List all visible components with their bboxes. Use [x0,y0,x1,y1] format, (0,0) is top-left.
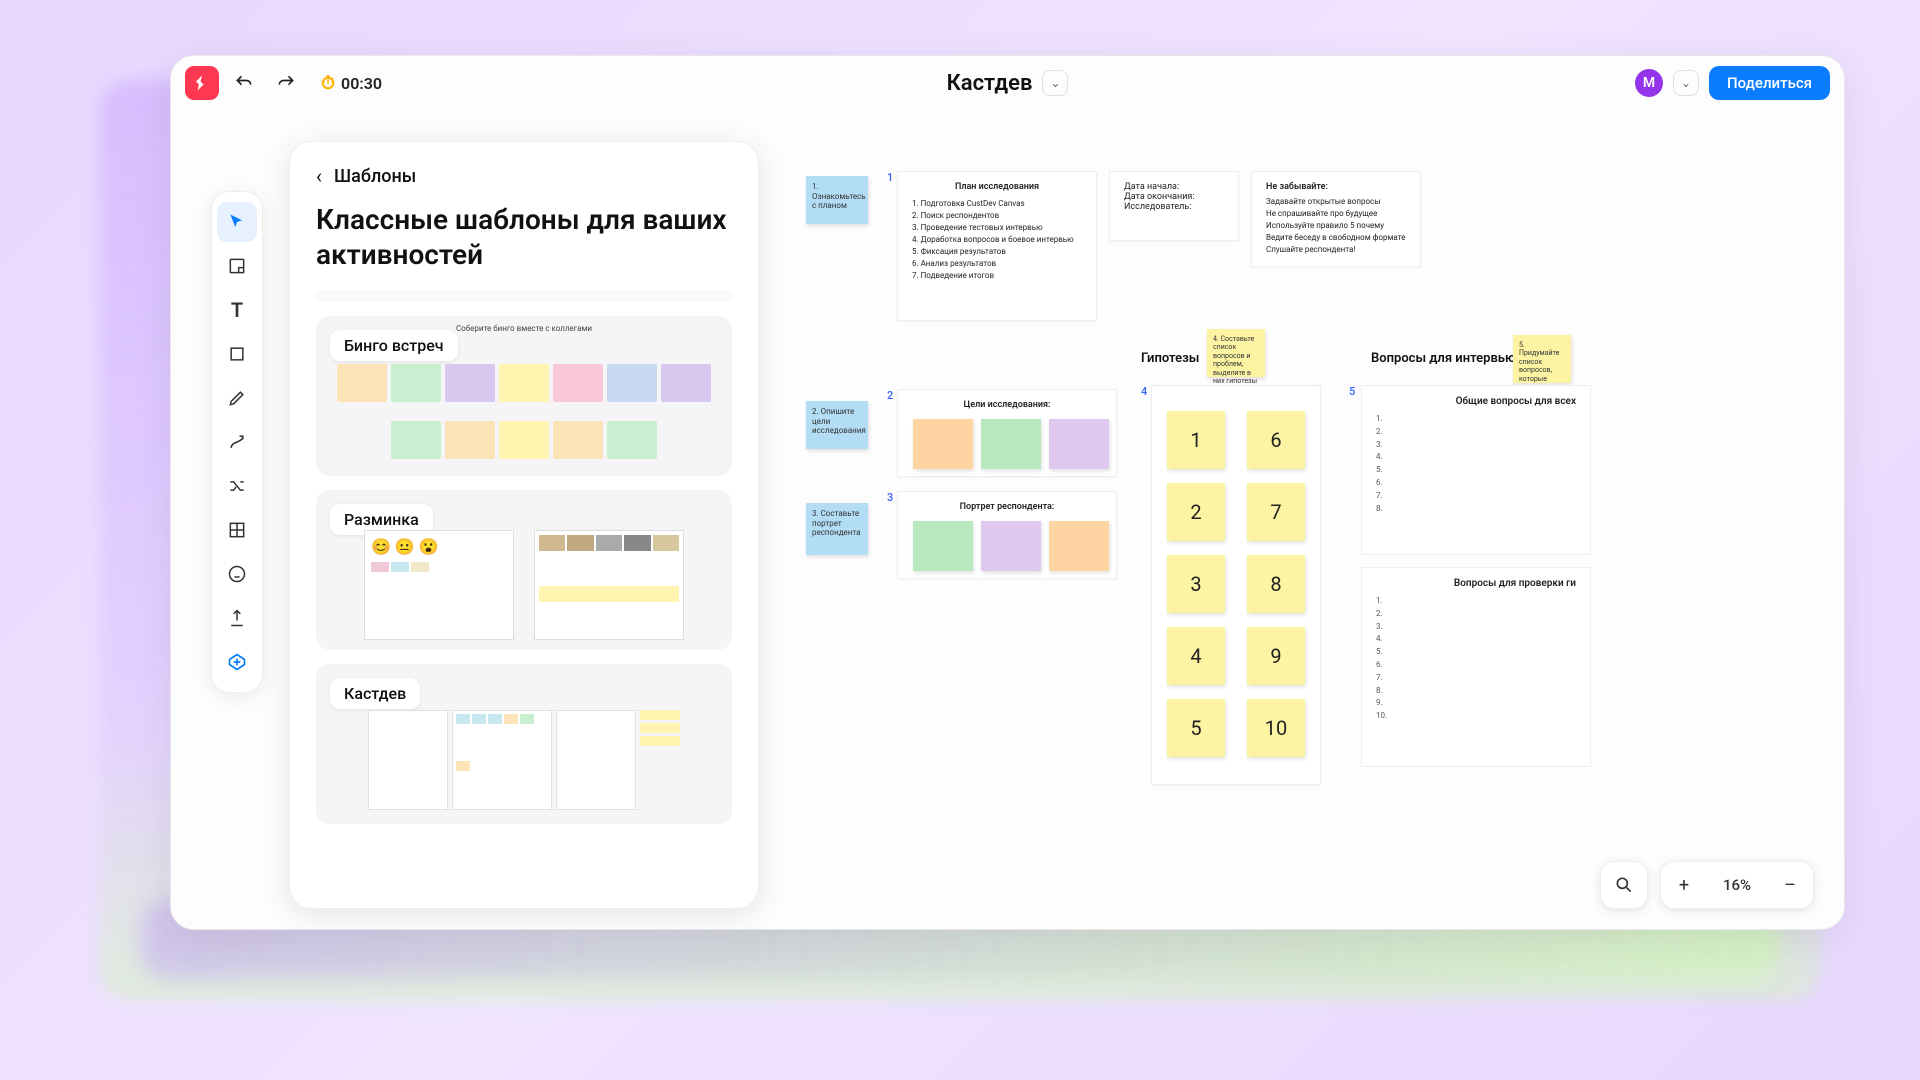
hyp-sticky[interactable]: 7 [1247,483,1305,541]
portrait-swatch[interactable] [913,521,973,571]
step-number: 3 [887,491,893,504]
plan-card[interactable]: План исследования 1. Подготовка CustDev … [897,171,1097,321]
title-dropdown[interactable]: ⌄ [1042,70,1068,96]
zoom-search-icon[interactable] [1601,862,1647,908]
goals-title: Цели исследования: [912,400,1102,410]
q-hyp-list: 1.2.3.4.5.6.7.8.9.10. [1376,595,1576,723]
redo-button[interactable] [269,66,303,100]
hyp-sticky[interactable]: 9 [1247,627,1305,685]
sticky-note-tool[interactable] [217,246,257,286]
zoom-in-button[interactable]: + [1661,862,1707,908]
app-logo[interactable] [185,66,219,100]
upload-tool[interactable] [217,598,257,638]
timer-value: 00:30 [341,74,382,93]
cursor-tool[interactable] [217,202,257,242]
hyp-sticky[interactable]: 3 [1167,555,1225,613]
user-avatar[interactable]: М [1635,69,1663,97]
hyp-sticky[interactable]: 4 [1167,627,1225,685]
step-sticky-4[interactable]: 4. Составьте список вопросов и проблем, … [1207,329,1265,377]
zoom-out-button[interactable]: – [1767,862,1813,908]
hyp-sticky[interactable]: 10 [1247,699,1305,757]
add-template-tool[interactable] [217,642,257,682]
template-card-partial[interactable] [316,290,732,302]
pen-tool[interactable] [217,378,257,418]
zoom-level-box: + 16% – [1660,861,1814,909]
hyp-sticky[interactable]: 1 [1167,411,1225,469]
hyp-sticky[interactable]: 8 [1247,555,1305,613]
shape-tool[interactable] [217,334,257,374]
step-number: 4 [1141,385,1147,398]
step-sticky-5[interactable]: 5. Придумайте список вопросов, которые п… [1513,335,1571,383]
board-title[interactable]: Кастдев [947,71,1033,96]
general-questions-card[interactable]: Общие вопросы для всех 1.2.3.4.5.6.7.8. [1361,385,1591,555]
portrait-title: Портрет респондента: [912,502,1102,512]
app-window: ⏱ 00:30 Кастдев ⌄ М ⌄ Поделиться T [170,55,1845,930]
share-button[interactable]: Поделиться [1709,66,1830,100]
templates-heading: Классные шаблоны для ваших активностей [316,202,732,272]
q-general-list: 1.2.3.4.5.6.7.8. [1376,413,1576,515]
template-preview [316,664,732,824]
hypothesis-questions-card[interactable]: Вопросы для проверки ги 1.2.3.4.5.6.7.8.… [1361,567,1591,767]
board-canvas[interactable]: 1. Ознакомьтесь с планом 1 План исследов… [791,141,1824,909]
board-title-group: Кастдев ⌄ [947,70,1069,96]
step-sticky-1[interactable]: 1. Ознакомьтесь с планом [806,176,868,224]
goal-swatch[interactable] [1049,419,1109,469]
hyp-sticky[interactable]: 5 [1167,699,1225,757]
grid-tool[interactable] [217,510,257,550]
step-number: 1 [887,171,893,184]
templates-panel: ‹ Шаблоны Классные шаблоны для ваших акт… [289,141,759,909]
templates-breadcrumb[interactable]: Шаблоны [334,166,416,187]
q-hyp-title: Вопросы для проверки ги [1376,578,1576,589]
template-card-bingo[interactable]: Соберите бинго вместе с коллегами Бинго … [316,316,732,476]
reminders-title: Не забывайте: [1266,182,1406,192]
meta-card[interactable]: Дата начала: Дата окончания: Исследовате… [1109,171,1239,241]
plan-title: План исследования [912,182,1082,192]
stopwatch-icon: ⏱ [321,73,335,94]
templates-back-icon[interactable]: ‹ [316,164,322,188]
goal-swatch[interactable] [981,419,1041,469]
undo-button[interactable] [227,66,261,100]
template-card-custdev[interactable]: Кастдев [316,664,732,824]
template-card-warmup[interactable]: Разминка 😊 😐 😮 [316,490,732,650]
interview-label: Вопросы для интервью [1371,351,1516,366]
template-preview: 😊 😐 😮 [316,490,732,650]
step-sticky-3[interactable]: 3. Составьте портрет респондента [806,503,868,555]
portrait-swatch[interactable] [1049,521,1109,571]
tool-toolbar: T [211,191,263,693]
emoji-tool[interactable] [217,554,257,594]
zoom-fit-box [1600,861,1648,909]
template-preview [316,316,732,476]
reminders-card[interactable]: Не забывайте: Задавайте открытые вопросы… [1251,171,1421,267]
timer[interactable]: ⏱ 00:30 [311,67,392,100]
q-general-title: Общие вопросы для всех [1376,396,1576,407]
connector-tool[interactable] [217,422,257,462]
canvas-area[interactable]: T ‹ Шаблоны Классные шаблоны для ваших а… [171,111,1844,929]
step-number: 5 [1349,385,1355,398]
goal-swatch[interactable] [913,419,973,469]
step-number: 2 [887,389,893,402]
zoom-value[interactable]: 16% [1707,876,1767,894]
text-tool[interactable]: T [217,290,257,330]
topbar: ⏱ 00:30 Кастдев ⌄ М ⌄ Поделиться [171,56,1844,111]
hyp-sticky[interactable]: 6 [1247,411,1305,469]
reminders-list: Задавайте открытые вопросыНе спрашивайте… [1266,196,1406,256]
hyp-sticky[interactable]: 2 [1167,483,1225,541]
members-dropdown[interactable]: ⌄ [1673,70,1699,96]
shuffle-tool[interactable] [217,466,257,506]
hypotheses-label: Гипотезы [1141,351,1199,366]
zoom-controls: + 16% – [1600,861,1814,909]
plan-list: 1. Подготовка CustDev Canvas2. Поиск рес… [912,198,1082,282]
portrait-swatch[interactable] [981,521,1041,571]
step-sticky-2[interactable]: 2. Опишите цели исследования [806,401,868,449]
